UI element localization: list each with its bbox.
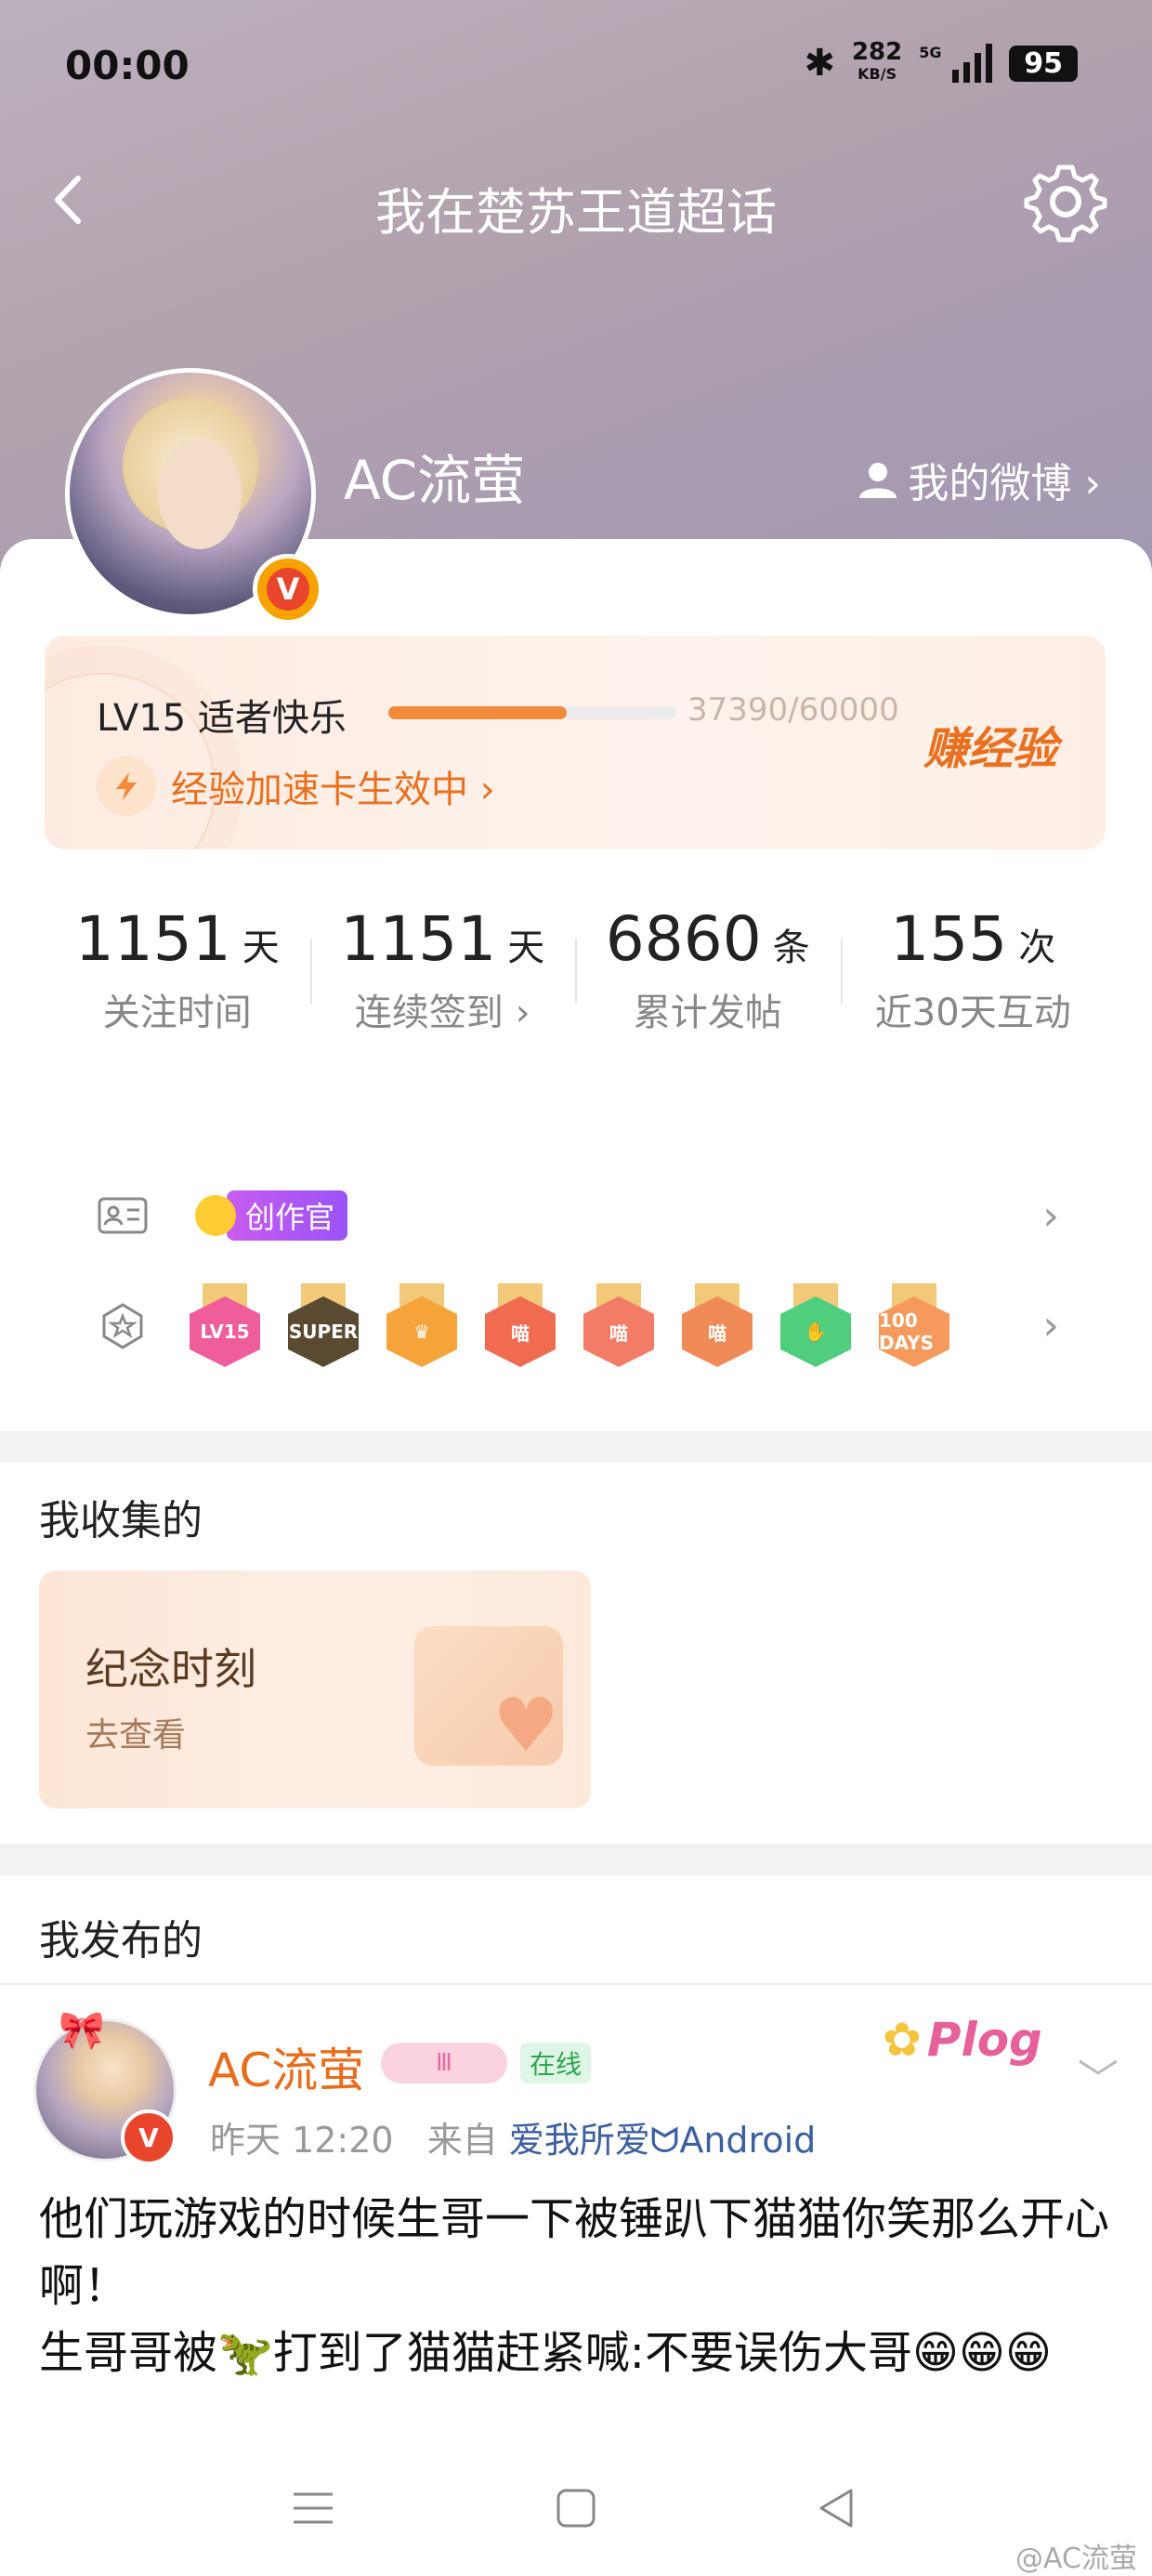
medal-label: 喵: [583, 1296, 654, 1367]
fan-level-badge: Ⅲ: [381, 2043, 507, 2083]
medal-icon: [102, 1303, 143, 1349]
signal-icon: 5G: [919, 44, 993, 83]
page-title: 我在楚苏王道超话: [375, 183, 777, 242]
medal-badge[interactable]: 喵: [682, 1283, 753, 1367]
posted-section: 我发布的: [0, 1875, 1152, 1985]
medal-label: 喵: [682, 1296, 753, 1367]
level-progress-text: 37390/60000: [687, 691, 899, 729]
medal-badge[interactable]: 喵: [485, 1283, 556, 1367]
speed-value: 282: [851, 38, 903, 66]
profile-username: AC流萤: [344, 449, 526, 512]
watermark: @AC流萤: [1015, 2543, 1137, 2575]
post-time: 昨天 12:20: [210, 2120, 394, 2161]
collected-title: 我收集的: [39, 1497, 203, 1544]
level-card[interactable]: LV15 适者快乐 37390/60000 经验加速卡生效中 › 赚经验: [45, 636, 1106, 849]
chevron-right-icon: ›: [1042, 1191, 1059, 1240]
medal-badge[interactable]: 喵: [583, 1283, 654, 1367]
battery-indicator: 95: [1009, 45, 1078, 82]
memorial-title: 纪念时刻: [85, 1644, 256, 1694]
post-text-line: 生哥哥被🦖打到了猫猫赶紧喊:不要误伤大哥😁😁😁: [39, 2327, 1053, 2379]
medal-badge[interactable]: 100 DAYS: [879, 1283, 949, 1367]
my-weibo-label: 我的微博 ›: [908, 460, 1101, 507]
network-type: 5G: [919, 44, 942, 61]
post-meta: 昨天 12:20 来自 爱我所爱ᗢAndroid: [210, 2111, 816, 2162]
medal-label: ♛: [386, 1296, 457, 1367]
menu-icon[interactable]: [290, 2485, 336, 2531]
identity-row[interactable]: 创作官 ›: [45, 1169, 1106, 1262]
chevron-right-icon: ›: [1042, 1301, 1059, 1349]
stat-follow-time: 1151 天 关注时间: [74, 903, 280, 1034]
system-nav-bar: [0, 2442, 1152, 2576]
exp-boost-link[interactable]: 经验加速卡生效中 ›: [97, 756, 495, 816]
creator-badge: 创作官: [195, 1190, 348, 1241]
medals-row[interactable]: LV15 SUPER ♛ 喵喵喵 ✋ 100 DAYS ›: [45, 1279, 1106, 1372]
memorial-link: 去查看: [85, 1716, 187, 1755]
posted-title: 我发布的: [39, 1917, 203, 1965]
post-text: 他们玩游戏的时候生哥一下被锤趴下猫猫你笑那么开心啊！ 生哥哥被🦖打到了猫猫赶紧喊…: [39, 2186, 1117, 2386]
gear-icon[interactable]: [1024, 160, 1107, 243]
stats-row: 1151 天 关注时间 1151 天 连续签到 › 6860 条 累计发帖 155 次 …: [45, 883, 1106, 1069]
user-icon: [859, 463, 897, 498]
post-card[interactable]: 🎀 V AC流萤 Ⅲ 在线 ✿ Plog ﹀ 昨天 12:20 来自 爱我所爱ᗢA…: [0, 1985, 1152, 2468]
status-icons: ✱ 282 KB/S 5G 95: [804, 38, 1078, 85]
bow-icon: 🎀: [59, 2009, 105, 2052]
medal-label: SUPER: [288, 1296, 359, 1367]
level-progress-bar: [388, 706, 676, 719]
id-card-icon: [98, 1197, 148, 1234]
level-text: LV15 适者快乐: [97, 697, 347, 740]
medal-badge[interactable]: ✋: [780, 1283, 851, 1367]
verified-badge: V: [253, 554, 323, 624]
post-text-line: 他们玩游戏的时候生哥一下被锤趴下猫猫你笑那么开心啊！: [39, 2193, 1110, 2312]
heart-icon: ♥: [492, 1682, 559, 1768]
back-triangle-icon[interactable]: [814, 2485, 860, 2531]
my-weibo-link[interactable]: 我的微博 ›: [857, 450, 1101, 509]
top-nav: 我在楚苏王道超话: [0, 149, 1152, 251]
badge-card: 创作官 › LV15 SUPER ♛ 喵喵喵 ✋ 100 DAYS ›: [45, 1124, 1106, 1394]
chevron-down-icon[interactable]: ﹀: [1078, 2046, 1119, 2106]
status-bar: 00:00 ✱ 282 KB/S 5G 95: [0, 0, 1152, 139]
stat-checkin-streak[interactable]: 1151 天 连续签到 ›: [309, 883, 576, 1069]
speed-unit: KB/S: [857, 65, 897, 83]
medal-badge[interactable]: SUPER: [288, 1283, 359, 1367]
medal-badge[interactable]: LV15: [190, 1283, 260, 1367]
profile-card: LV15 适者快乐 37390/60000 经验加速卡生效中 › 赚经验 115…: [0, 539, 1152, 1431]
post-verified-badge: V: [121, 2109, 177, 2165]
bluetooth-icon: ✱: [804, 42, 835, 85]
post-author[interactable]: AC流萤: [208, 2033, 364, 2100]
network-speed: 282 KB/S: [851, 38, 903, 85]
earn-exp-button[interactable]: 赚经验: [923, 712, 1057, 777]
memorial-moments-card[interactable]: ♥ 纪念时刻 去查看: [39, 1571, 591, 1808]
post-from: 来自: [426, 2120, 498, 2161]
medal-badge[interactable]: ♛: [386, 1283, 457, 1367]
stat-total-posts: 6860 条 累计发帖: [575, 883, 841, 1069]
stat-interactions: 155 次 近30天互动: [840, 883, 1106, 1069]
post-source: 爱我所爱ᗢAndroid: [508, 2120, 817, 2161]
collected-section: 我收集的 ♥ 纪念时刻 去查看: [0, 1463, 1152, 1844]
medal-label: 喵: [485, 1296, 556, 1367]
status-time: 00:00: [65, 43, 190, 88]
lightning-icon: [97, 756, 156, 816]
medal-label: LV15: [190, 1296, 260, 1367]
plog-decoration: ✿ Plog: [883, 2013, 1042, 2067]
medal-list: LV15 SUPER ♛ 喵喵喵 ✋ 100 DAYS: [190, 1283, 949, 1367]
medal-label: 100 DAYS: [879, 1296, 949, 1367]
exp-boost-label: 经验加速卡生效中 ›: [171, 769, 495, 811]
medal-label: ✋: [780, 1296, 851, 1367]
online-badge: 在线: [520, 2043, 592, 2083]
home-icon[interactable]: [553, 2485, 599, 2531]
